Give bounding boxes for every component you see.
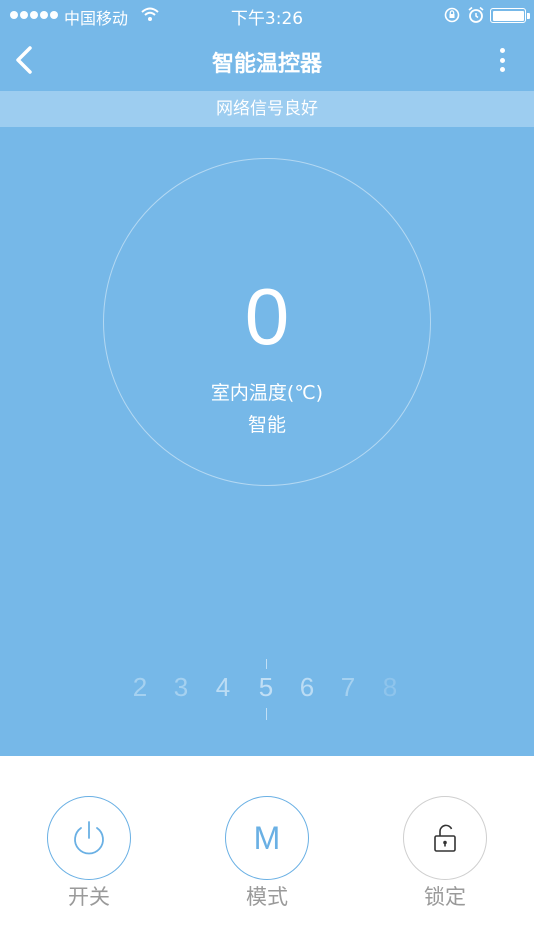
- network-status-banner: 网络信号良好: [0, 91, 534, 127]
- unlock-icon: [434, 824, 456, 852]
- page-title: 智能温控器: [211, 52, 322, 77]
- status-bar: 中国移动 下午3:26: [0, 0, 534, 30]
- alarm-icon: [467, 6, 485, 28]
- picker-number-selected[interactable]: 5: [251, 672, 281, 703]
- mode-label: 模式: [246, 885, 288, 909]
- power-label: 开关: [68, 885, 110, 909]
- picker-number[interactable]: 8: [375, 672, 405, 703]
- picker-number[interactable]: 7: [333, 672, 363, 703]
- lock-label: 锁定: [424, 885, 466, 909]
- more-options-button[interactable]: [492, 44, 512, 76]
- picker-indicator-bottom: [266, 708, 267, 720]
- rotation-lock-icon: [443, 6, 461, 28]
- picker-number[interactable]: 3: [166, 672, 196, 703]
- picker-number[interactable]: 4: [208, 672, 238, 703]
- current-mode-label: 智能: [247, 414, 286, 436]
- temperature-value: 0: [244, 272, 290, 361]
- mode-icon: M: [253, 819, 281, 856]
- mode-button[interactable]: M: [225, 796, 309, 880]
- temperature-label: 室内温度(℃): [210, 382, 324, 404]
- lock-button[interactable]: [403, 796, 487, 880]
- picker-number[interactable]: 6: [292, 672, 322, 703]
- nav-bar: 智能温控器: [0, 30, 534, 90]
- power-icon: [74, 821, 104, 855]
- battery-icon: [490, 8, 530, 23]
- picker-indicator-top: [266, 659, 267, 669]
- power-button[interactable]: [47, 796, 131, 880]
- temperature-picker[interactable]: 2 3 4 5 6 7 8: [0, 672, 534, 708]
- picker-number[interactable]: 2: [125, 672, 155, 703]
